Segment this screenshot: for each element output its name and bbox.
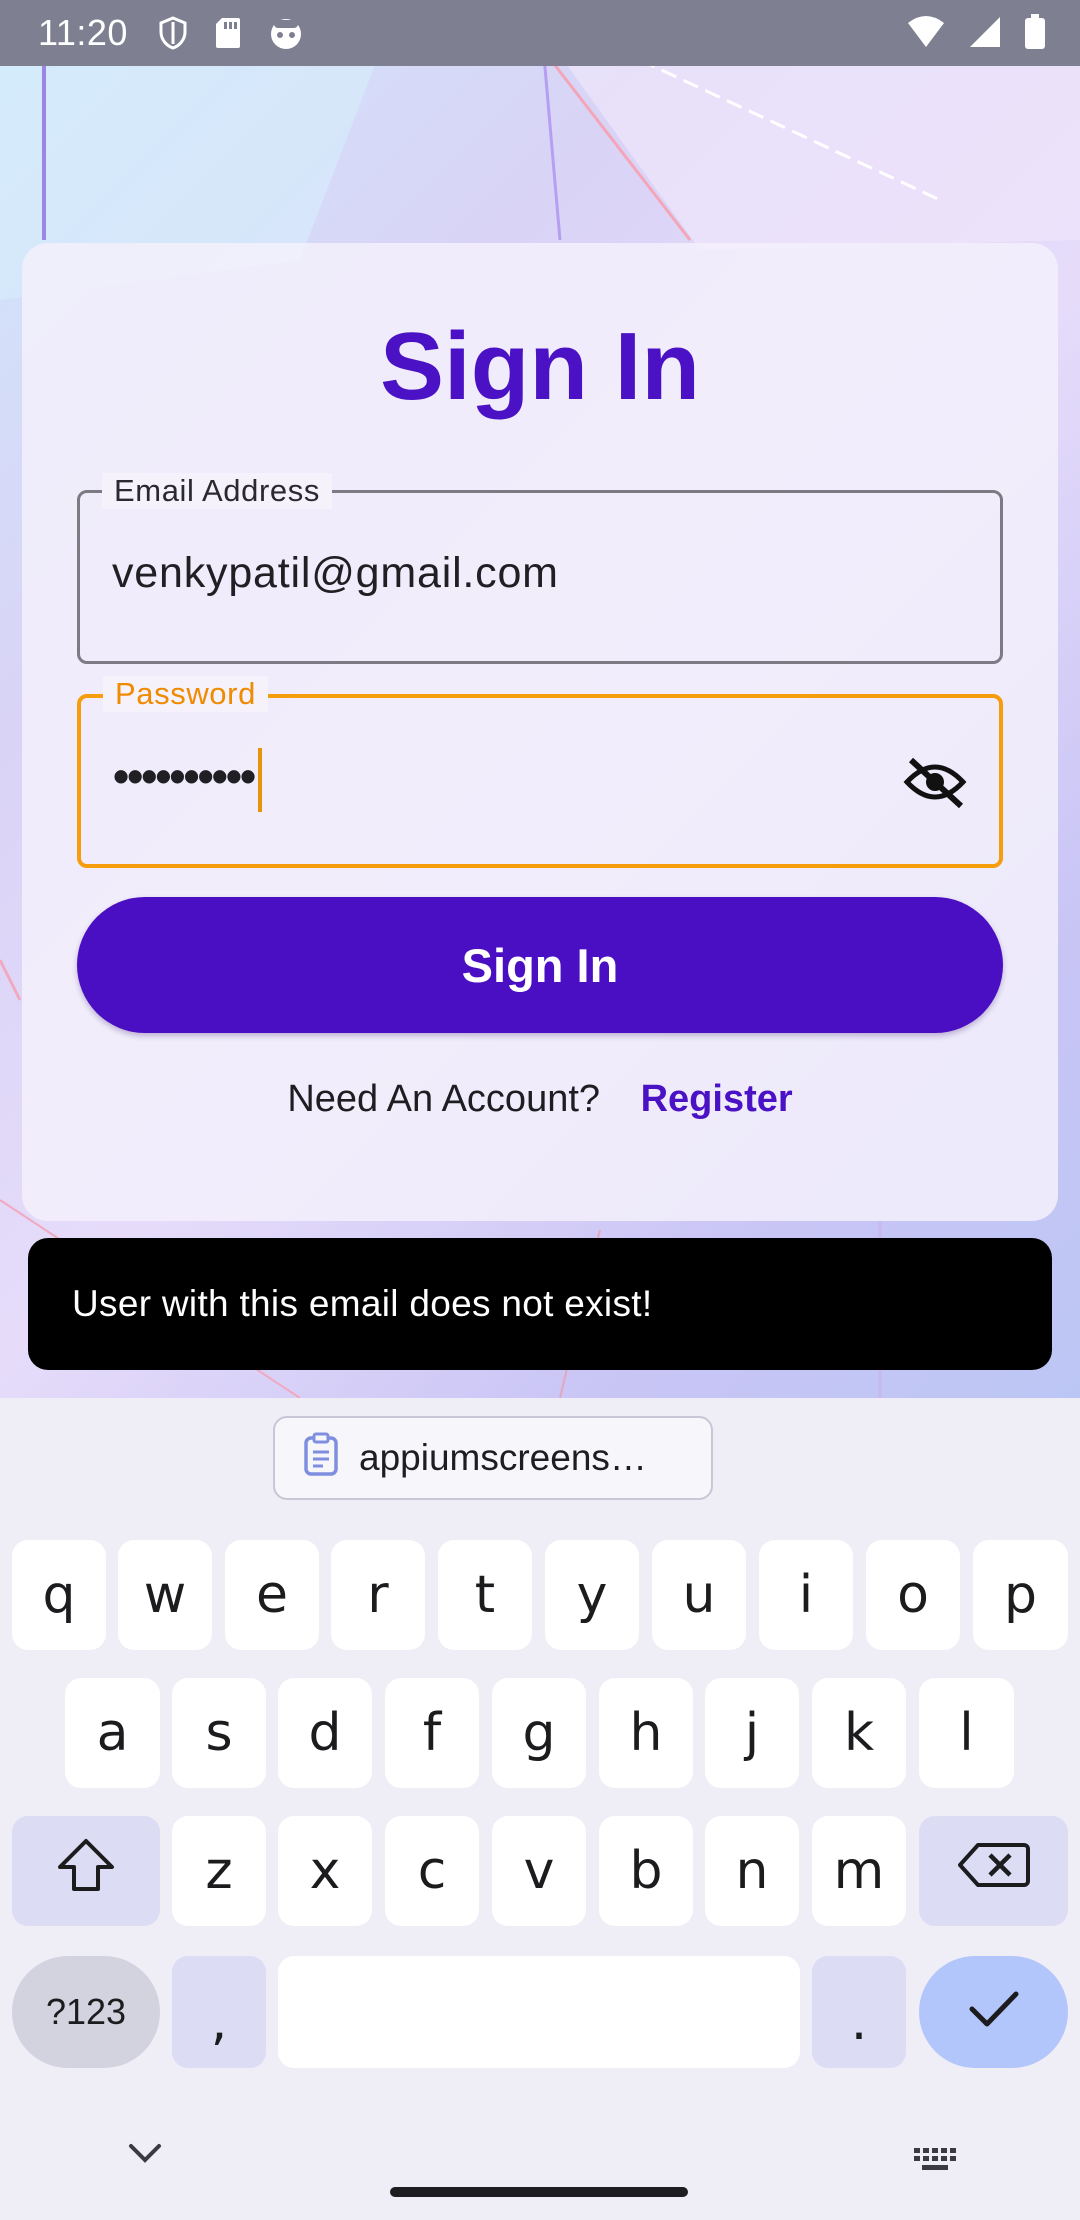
key-z[interactable]: z xyxy=(172,1816,266,1926)
sd-card-icon xyxy=(214,16,242,50)
check-icon xyxy=(968,1982,1020,2042)
key-b[interactable]: b xyxy=(599,1816,693,1926)
key-c[interactable]: c xyxy=(385,1816,479,1926)
password-field-value[interactable]: •••••••••• xyxy=(113,748,263,812)
key-v[interactable]: v xyxy=(492,1816,586,1926)
toast-message: User with this email does not exist! xyxy=(72,1283,653,1324)
clipboard-suggestion-text: appiumscreens… xyxy=(359,1437,647,1478)
space-key[interactable] xyxy=(278,1956,800,2068)
symbols-key[interactable]: ?123 xyxy=(12,1956,160,2068)
key-q[interactable]: q xyxy=(12,1540,106,1650)
soft-keyboard: appiumscreens… q w e r t y u i o p a s d… xyxy=(0,1398,1080,2220)
key-t[interactable]: t xyxy=(438,1540,532,1650)
key-y[interactable]: y xyxy=(545,1540,639,1650)
need-account-text: Need An Account? xyxy=(287,1078,601,1120)
key-l[interactable]: l xyxy=(919,1678,1014,1788)
key-s[interactable]: s xyxy=(172,1678,266,1788)
error-toast: User with this email does not exist! xyxy=(28,1238,1052,1370)
backspace-key[interactable] xyxy=(919,1816,1068,1926)
shield-icon xyxy=(158,16,188,50)
battery-icon xyxy=(1024,14,1046,59)
key-i[interactable]: i xyxy=(759,1540,853,1650)
clipboard-suggestion-chip[interactable]: appiumscreens… xyxy=(273,1416,713,1500)
key-p[interactable]: p xyxy=(973,1540,1068,1650)
comma-key[interactable]: , xyxy=(172,1956,266,2068)
signal-icon xyxy=(968,15,1002,58)
backspace-icon xyxy=(957,1841,1030,1902)
password-field-label: Password xyxy=(103,676,268,712)
clipboard-icon xyxy=(303,1432,339,1485)
key-j[interactable]: j xyxy=(705,1678,799,1788)
sign-in-button[interactable]: Sign In xyxy=(77,897,1003,1033)
enter-key[interactable] xyxy=(919,1956,1068,2068)
key-o[interactable]: o xyxy=(866,1540,960,1650)
wifi-icon xyxy=(906,15,946,58)
password-field[interactable]: Password •••••••••• xyxy=(77,676,1003,868)
key-r[interactable]: r xyxy=(331,1540,425,1650)
key-m[interactable]: m xyxy=(812,1816,906,1926)
home-gesture-bar[interactable] xyxy=(390,2187,688,2197)
period-key[interactable]: . xyxy=(812,1956,906,2068)
password-masked-text: •••••••••• xyxy=(113,750,256,803)
robot-icon xyxy=(268,16,304,50)
key-h[interactable]: h xyxy=(599,1678,693,1788)
email-field[interactable]: Email Address venkypatil@gmail.com xyxy=(77,473,1003,664)
key-f[interactable]: f xyxy=(385,1678,479,1788)
key-a[interactable]: a xyxy=(65,1678,160,1788)
key-x[interactable]: x xyxy=(278,1816,372,1926)
page-title: Sign In xyxy=(380,313,700,420)
key-g[interactable]: g xyxy=(492,1678,586,1788)
key-k[interactable]: k xyxy=(812,1678,906,1788)
key-u[interactable]: u xyxy=(652,1540,746,1650)
email-field-value[interactable]: venkypatil@gmail.com xyxy=(112,549,559,598)
key-w[interactable]: w xyxy=(118,1540,212,1650)
keyboard-switch-icon[interactable] xyxy=(912,2146,958,2179)
shift-key[interactable] xyxy=(12,1816,160,1926)
text-caret xyxy=(258,748,263,812)
eye-off-icon[interactable] xyxy=(903,756,967,813)
key-n[interactable]: n xyxy=(705,1816,799,1926)
shift-icon xyxy=(56,1837,116,1906)
key-d[interactable]: d xyxy=(278,1678,372,1788)
email-field-label: Email Address xyxy=(102,473,332,509)
key-e[interactable]: e xyxy=(225,1540,319,1650)
status-time: 11:20 xyxy=(38,12,128,53)
register-link[interactable]: Register xyxy=(641,1078,793,1120)
status-bar: 11:20 xyxy=(0,0,1080,66)
hide-keyboard-chevron-icon[interactable] xyxy=(128,2142,162,2169)
register-prompt: Need An Account? Register xyxy=(0,1078,1080,1121)
